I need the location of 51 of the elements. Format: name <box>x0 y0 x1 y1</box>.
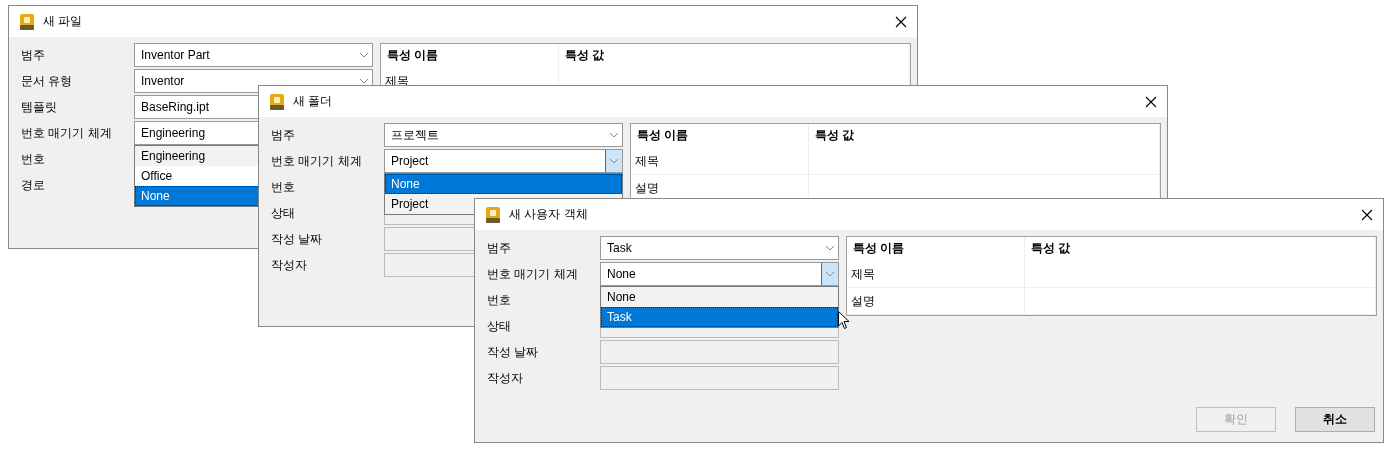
column-header: 특성 값 <box>1025 237 1376 261</box>
field-label: 범주 <box>271 126 296 144</box>
column-header: 특성 이름 <box>381 44 559 68</box>
table-cell: 제목 <box>631 148 809 175</box>
field-label: 번호 <box>21 150 46 168</box>
field-label: 문서 유형 <box>21 72 74 90</box>
app-logo-icon <box>485 206 501 223</box>
chevron-down-icon <box>359 52 369 58</box>
field-label: 작성 날짜 <box>271 230 324 248</box>
table-cell: 설명 <box>847 288 1025 315</box>
column-header: 특성 이름 <box>631 124 809 148</box>
column-header: 특성 값 <box>809 124 1160 148</box>
table-cell: 제목 <box>847 261 1025 288</box>
dropdown[interactable]: Inventor Part <box>134 43 373 67</box>
window-title: 새 사용자 객체 <box>509 206 589 223</box>
dropdown-option[interactable]: Task <box>601 307 838 327</box>
chevron-down-icon <box>825 245 835 251</box>
chevron-down-icon <box>609 158 619 164</box>
field-label: 상태 <box>271 204 296 222</box>
chevron-down-icon <box>825 271 835 277</box>
app-logo-icon <box>269 93 285 110</box>
column-header: 특성 값 <box>559 44 910 68</box>
field-label: 번호 <box>487 291 512 309</box>
field-label: 경로 <box>21 176 46 194</box>
field-label: 범주 <box>21 46 46 64</box>
field-label: 번호 매기기 체계 <box>487 265 579 283</box>
field-label: 작성 날짜 <box>487 343 540 361</box>
column-header: 특성 이름 <box>847 237 1025 261</box>
dropdown[interactable]: Task <box>600 236 839 260</box>
dropdown[interactable]: Project <box>384 149 623 173</box>
chevron-down-icon <box>359 78 369 84</box>
field-label: 템플릿 <box>21 98 58 116</box>
chevron-down-icon <box>609 132 619 138</box>
app-logo-icon <box>19 13 35 30</box>
window-title: 새 폴더 <box>293 93 334 110</box>
close-icon[interactable] <box>895 15 907 28</box>
dropdown-option[interactable]: None <box>601 287 838 307</box>
dropdown[interactable]: None <box>600 262 839 286</box>
dropdown-option[interactable]: None <box>385 174 622 194</box>
field-label: 상태 <box>487 317 512 335</box>
field-label: 작성자 <box>487 369 524 387</box>
input-field[interactable] <box>600 366 839 390</box>
close-icon[interactable] <box>1145 95 1157 108</box>
close-icon[interactable] <box>1361 208 1373 221</box>
field-label: 범주 <box>487 239 512 257</box>
window-title: 새 파일 <box>43 13 84 30</box>
dialog-button[interactable]: 취소 <box>1295 407 1375 432</box>
field-label: 번호 매기기 체계 <box>21 124 113 142</box>
input-field[interactable] <box>600 340 839 364</box>
dropdown[interactable]: 프로젝트 <box>384 123 623 147</box>
field-label: 작성자 <box>271 256 308 274</box>
